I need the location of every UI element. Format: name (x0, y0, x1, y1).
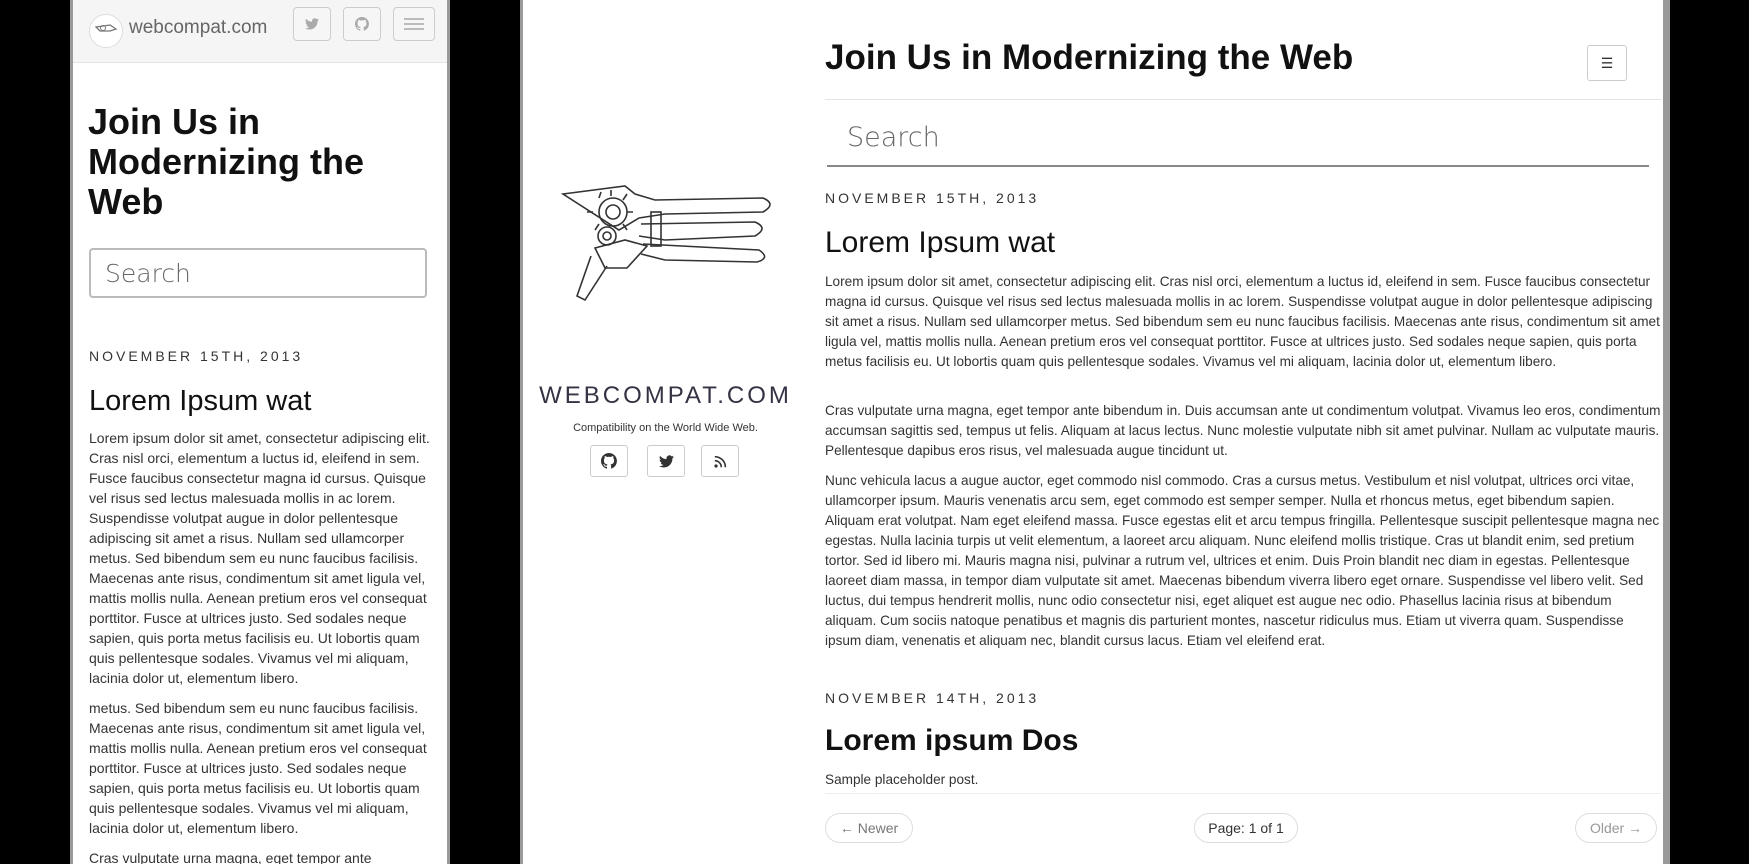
twitter-icon (305, 18, 319, 30)
site-brand[interactable]: WEBCOMPAT.COM (523, 382, 808, 410)
menu-toggle-button[interactable] (393, 7, 435, 41)
post-body: Sample placeholder post. (825, 772, 979, 787)
post-paragraph: Cras vulputate urna magna, eget tempor a… (89, 850, 372, 864)
site-logo-icon[interactable] (89, 14, 123, 48)
twitter-link[interactable] (647, 445, 685, 477)
page-title: Join Us in Modernizing the Web (825, 38, 1354, 77)
sidebar: WEBCOMPAT.COM Compatibility on the World… (523, 0, 808, 864)
post-paragraph: Lorem ipsum dolor sit amet, consectetur … (825, 274, 1660, 369)
header-divider (825, 99, 1661, 100)
twitter-icon (658, 454, 674, 467)
older-button[interactable]: Older → (1575, 813, 1657, 843)
mobile-preview-frame: webcompat.com Join Us in Modernizing the… (70, 0, 450, 864)
rss-link[interactable] (701, 445, 739, 477)
rss-icon (713, 455, 726, 468)
desktop-page: WEBCOMPAT.COM Compatibility on the World… (523, 0, 1663, 864)
search-input[interactable]: Search (827, 108, 1649, 167)
post-title[interactable]: Lorem Ipsum wat (89, 385, 311, 418)
search-input[interactable]: Search (89, 248, 427, 298)
desktop-preview-frame: WEBCOMPAT.COM Compatibility on the World… (520, 0, 1670, 864)
post-date: NOVEMBER 14TH, 2013 (825, 690, 1040, 706)
github-icon (355, 17, 369, 31)
post-title[interactable]: Lorem Ipsum wat (825, 226, 1055, 260)
post-paragraph: Lorem ipsum dolor sit amet, consectetur … (89, 430, 430, 686)
post-title[interactable]: Lorem ipsum Dos (825, 724, 1078, 758)
post-paragraph: Cras vulputate urna magna, eget tempor a… (825, 403, 1661, 458)
mobile-navbar: webcompat.com (73, 0, 447, 63)
post-date: NOVEMBER 15TH, 2013 (89, 348, 304, 364)
can-opener-illustration (560, 185, 771, 302)
newer-button[interactable]: ← Newer (825, 813, 913, 843)
mobile-page: webcompat.com Join Us in Modernizing the… (73, 0, 447, 864)
page-title: Join Us in Modernizing the Web (88, 101, 364, 222)
github-icon (601, 453, 617, 469)
hamburger-icon (404, 18, 424, 30)
github-button[interactable] (343, 7, 381, 41)
menu-toggle-button[interactable]: ☰ (1587, 45, 1627, 81)
pagination-divider (825, 793, 1661, 794)
github-link[interactable] (590, 445, 628, 477)
twitter-button[interactable] (293, 7, 331, 41)
mobile-brand[interactable]: webcompat.com (129, 17, 267, 39)
post-date: NOVEMBER 15TH, 2013 (825, 190, 1040, 206)
main-content: Join Us in Modernizing the Web ☰ Search … (825, 0, 1661, 864)
post-paragraph: metus. Sed bibendum sem eu nunc faucibus… (89, 700, 427, 836)
post-paragraph: Nunc vehicula lacus a augue auctor, eget… (825, 473, 1660, 648)
site-tagline: Compatibility on the World Wide Web. (573, 422, 758, 434)
page-indicator: Page: 1 of 1 (1194, 813, 1298, 843)
